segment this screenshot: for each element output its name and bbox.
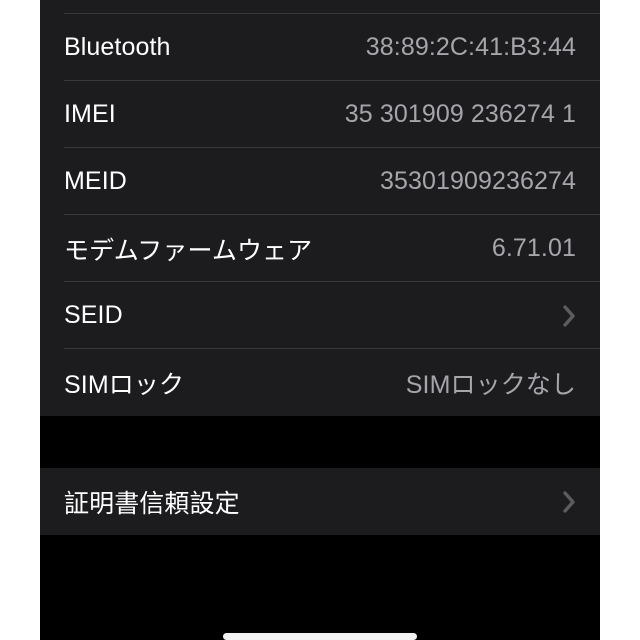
row-imei[interactable]: IMEI 35 301909 236274 1 (40, 81, 600, 148)
row-meid[interactable]: MEID 35301909236274 (40, 148, 600, 215)
device-identifiers-section: Wi-Fiアドレス 38:89:2C:41:B3:43 Bluetooth 38… (40, 0, 600, 416)
row-value: 38:89:2C:41:B3:44 (365, 33, 576, 61)
row-value: 6.71.01 (491, 234, 576, 262)
row-label: 証明書信頼設定 (64, 489, 240, 518)
row-label: MEID (64, 167, 127, 195)
chevron-right-icon (562, 490, 576, 514)
row-label: IMEI (64, 100, 116, 128)
chevron-right-icon (562, 304, 576, 328)
row-label: SIMロック (64, 370, 185, 399)
row-value: 35 301909 236274 1 (344, 100, 576, 128)
section-gap (40, 416, 600, 468)
row-wifi-address[interactable]: Wi-Fiアドレス 38:89:2C:41:B3:43 (40, 0, 600, 14)
certificate-trust-section: 証明書信頼設定 (40, 468, 600, 535)
row-bluetooth[interactable]: Bluetooth 38:89:2C:41:B3:44 (40, 14, 600, 81)
row-certificate-trust-settings[interactable]: 証明書信頼設定 (40, 468, 600, 535)
row-modem-firmware[interactable]: モデムファームウェア 6.71.01 (40, 215, 600, 282)
row-value: SIMロックなし (405, 370, 576, 399)
row-label: Bluetooth (64, 33, 171, 61)
row-seid[interactable]: SEID (40, 282, 600, 349)
row-sim-lock[interactable]: SIMロック SIMロックなし (40, 349, 600, 416)
row-value: 35301909236274 (379, 167, 576, 195)
row-label: モデムファームウェア (64, 236, 313, 265)
home-indicator[interactable] (223, 633, 417, 640)
home-indicator-area (40, 606, 600, 640)
row-label: SEID (64, 301, 123, 329)
phone-screen: Wi-Fiアドレス 38:89:2C:41:B3:43 Bluetooth 38… (40, 0, 600, 640)
